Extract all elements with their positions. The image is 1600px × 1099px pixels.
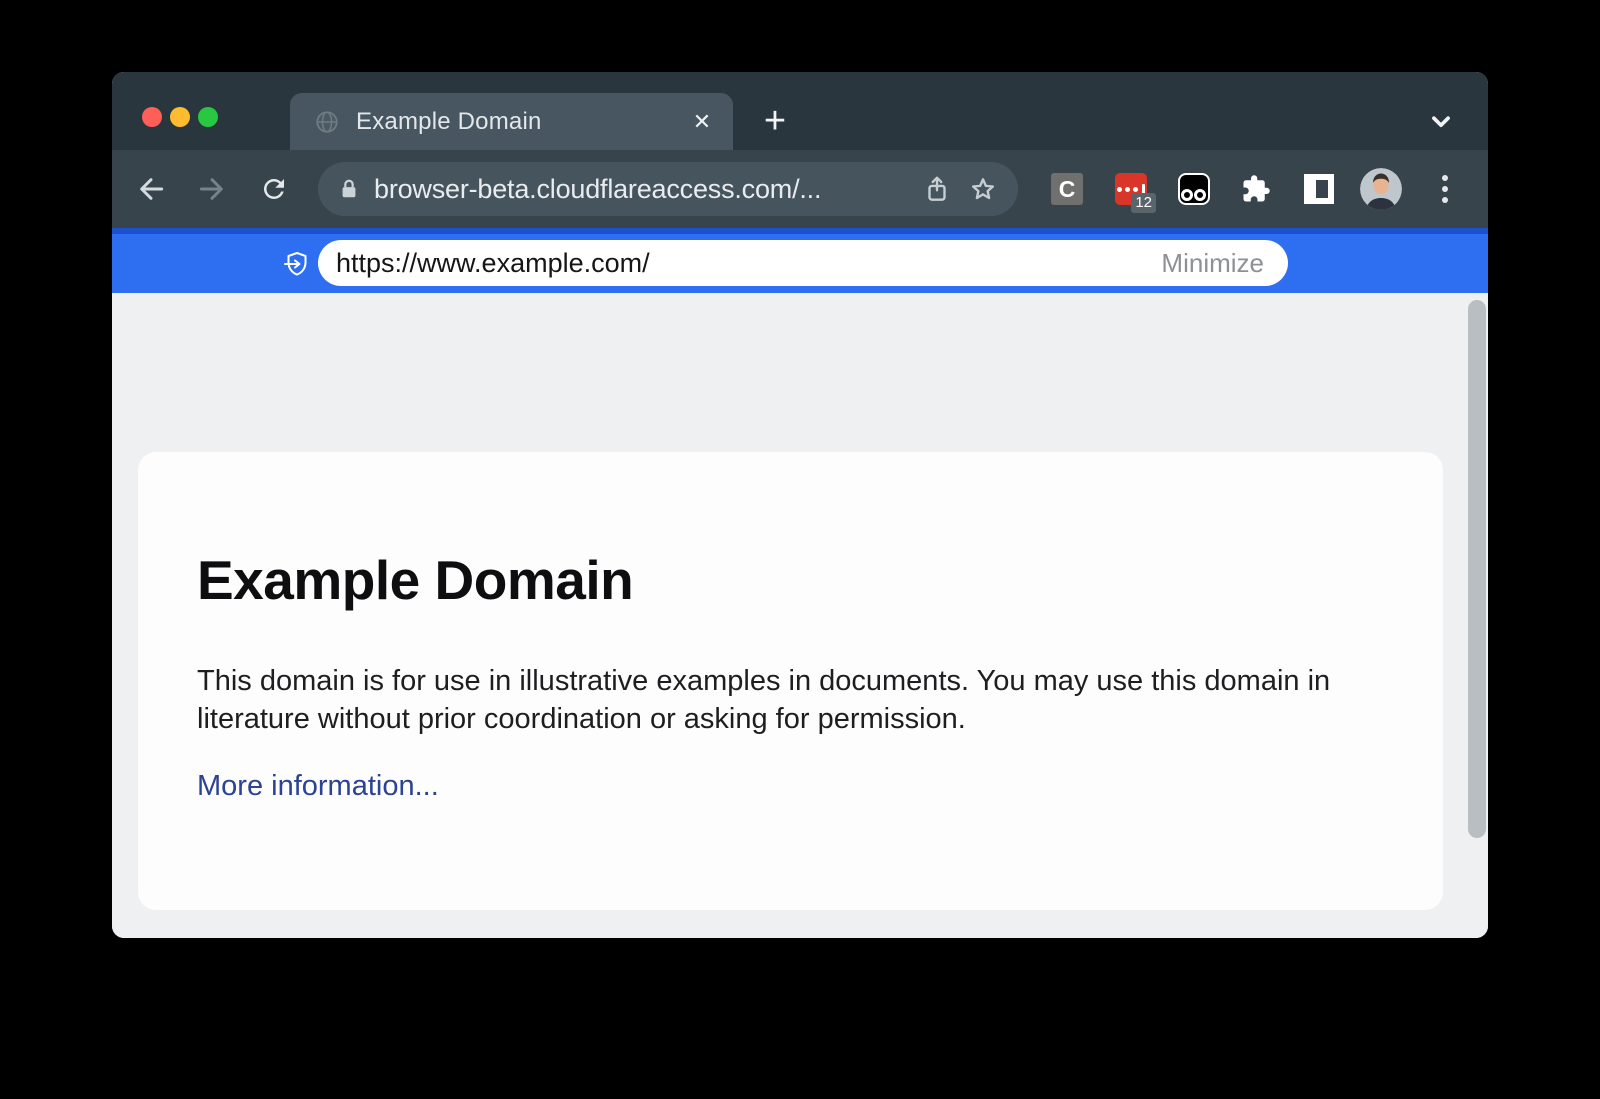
page-viewport: Example Domain This domain is for use in… [112, 293, 1488, 938]
tab-title: Example Domain [356, 108, 685, 136]
isolated-url-input[interactable]: https://www.example.com/ Minimize [318, 240, 1288, 286]
close-window-button[interactable] [142, 107, 162, 127]
more-information-link[interactable]: More information... [197, 770, 439, 803]
zoom-window-button[interactable] [198, 107, 218, 127]
scrollbar-thumb[interactable] [1468, 300, 1486, 838]
minimize-window-button[interactable] [170, 107, 190, 127]
browser-toolbar: browser-beta.cloudflareaccess.com/... C [112, 150, 1488, 228]
side-panel-icon[interactable] [1303, 173, 1335, 205]
address-bar[interactable]: browser-beta.cloudflareaccess.com/... [318, 162, 1018, 216]
share-icon[interactable] [920, 172, 954, 206]
browser-window: Example Domain ✕ + [112, 72, 1488, 938]
browser-tab[interactable]: Example Domain ✕ [290, 93, 733, 150]
tab-strip: Example Domain ✕ + [112, 72, 1488, 150]
address-bar-url: browser-beta.cloudflareaccess.com/... [374, 174, 908, 205]
extension-badge: 12 [1131, 193, 1156, 213]
globe-favicon-icon [314, 109, 340, 135]
profile-avatar[interactable] [1360, 168, 1402, 210]
shield-arrow-icon [283, 251, 309, 279]
isolation-bar: https://www.example.com/ Minimize [112, 228, 1488, 293]
tab-search-chevron-icon[interactable] [1422, 102, 1460, 140]
forward-button[interactable] [192, 169, 232, 209]
circle-icon [1181, 189, 1193, 201]
back-button[interactable] [131, 169, 171, 209]
page-paragraph: This domain is for use in illustrative e… [197, 662, 1352, 738]
extension-red-dots-icon[interactable]: 12 [1115, 173, 1147, 205]
close-tab-icon[interactable]: ✕ [685, 105, 719, 139]
circle-icon [1194, 189, 1206, 201]
example-domain-card: Example Domain This domain is for use in… [138, 452, 1443, 910]
browser-menu-icon[interactable] [1430, 174, 1460, 204]
page-heading: Example Domain [197, 548, 633, 612]
extension-c-icon[interactable]: C [1051, 173, 1083, 205]
minimize-bar-button[interactable]: Minimize [1161, 248, 1264, 279]
reload-button[interactable] [254, 169, 294, 209]
extension-circles-icon[interactable] [1178, 173, 1210, 205]
extensions-puzzle-icon[interactable] [1240, 173, 1272, 205]
new-tab-button[interactable]: + [755, 101, 795, 141]
bookmark-star-icon[interactable] [966, 172, 1000, 206]
lock-icon[interactable] [338, 178, 360, 200]
isolated-url-text: https://www.example.com/ [336, 248, 1161, 279]
extension-c-label: C [1059, 176, 1076, 203]
